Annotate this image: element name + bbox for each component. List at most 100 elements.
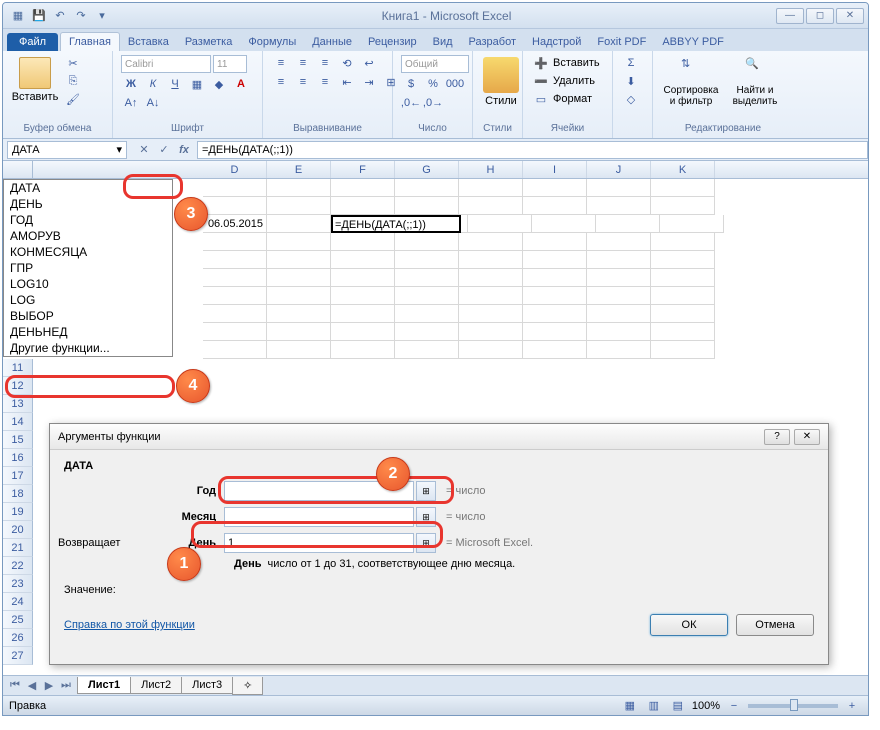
row-header[interactable]: 21 <box>3 539 33 557</box>
close-button[interactable]: ✕ <box>836 8 864 24</box>
insert-cell-icon[interactable]: ➕ <box>531 55 551 71</box>
align-bottom-icon[interactable]: ≡ <box>315 55 335 71</box>
first-sheet-icon[interactable]: ⏮ <box>7 678 23 694</box>
align-center-icon[interactable]: ≡ <box>293 74 313 90</box>
col-header[interactable]: J <box>587 161 651 178</box>
undo-icon[interactable]: ↶ <box>51 7 69 25</box>
zoom-slider[interactable] <box>748 704 838 708</box>
row-header[interactable]: 12 <box>3 377 33 395</box>
tab-addins[interactable]: Надстрой <box>524 33 589 51</box>
row-header[interactable]: 22 <box>3 557 33 575</box>
font-color-icon[interactable]: А <box>231 76 251 92</box>
fx-icon[interactable]: fx <box>175 142 193 158</box>
tab-home[interactable]: Главная <box>60 32 120 51</box>
func-item[interactable]: ВЫБОР <box>4 308 172 324</box>
tab-layout[interactable]: Разметка <box>177 33 241 51</box>
clear-icon[interactable]: ◇ <box>621 91 641 107</box>
decrease-indent-icon[interactable]: ⇤ <box>337 74 357 90</box>
styles-button[interactable]: Стили <box>481 55 521 109</box>
row-header[interactable]: 11 <box>3 359 33 377</box>
increase-decimal-icon[interactable]: ,0← <box>401 95 421 111</box>
row-header[interactable]: 14 <box>3 413 33 431</box>
func-other-item[interactable]: Другие функции... <box>4 340 172 356</box>
col-header[interactable]: F <box>331 161 395 178</box>
decrease-decimal-icon[interactable]: ,0→ <box>423 95 443 111</box>
name-box[interactable]: ДАТА ▾ <box>7 141 127 159</box>
comma-icon[interactable]: 000 <box>445 76 465 92</box>
tab-developer[interactable]: Разработ <box>461 33 524 51</box>
row-header[interactable]: 26 <box>3 629 33 647</box>
col-header[interactable]: K <box>651 161 715 178</box>
enter-formula-icon[interactable]: ✓ <box>155 142 173 158</box>
font-name-box[interactable]: Calibri <box>121 55 211 73</box>
cancel-button[interactable]: Отмена <box>736 614 814 636</box>
row-header[interactable]: 16 <box>3 449 33 467</box>
func-item[interactable]: LOG <box>4 292 172 308</box>
percent-icon[interactable]: % <box>423 76 443 92</box>
currency-icon[interactable]: $ <box>401 76 421 92</box>
row-header[interactable]: 19 <box>3 503 33 521</box>
row-header[interactable]: 23 <box>3 575 33 593</box>
row-header[interactable]: 24 <box>3 593 33 611</box>
name-box-dropdown-icon[interactable]: ▾ <box>116 143 122 156</box>
bold-icon[interactable]: Ж <box>121 76 141 92</box>
redo-icon[interactable]: ↷ <box>72 7 90 25</box>
increase-font-icon[interactable]: А↑ <box>121 95 141 111</box>
next-sheet-icon[interactable]: ▶ <box>41 678 57 694</box>
tab-foxit[interactable]: Foxit PDF <box>589 33 654 51</box>
fill-color-icon[interactable]: ◆ <box>209 76 229 92</box>
select-all-corner[interactable] <box>3 161 33 178</box>
func-item[interactable]: ГОД <box>4 212 172 228</box>
format-cell-icon[interactable]: ▭ <box>531 91 551 107</box>
autosum-icon[interactable]: Σ <box>621 55 641 71</box>
new-sheet-tab[interactable]: ✧ <box>232 677 263 695</box>
prev-sheet-icon[interactable]: ◀ <box>24 678 40 694</box>
tab-insert[interactable]: Вставка <box>120 33 177 51</box>
number-format-box[interactable]: Общий <box>401 55 469 73</box>
sort-filter-button[interactable]: ⇅ Сортировка и фильтр <box>661 55 721 109</box>
row-header[interactable]: 13 <box>3 395 33 413</box>
arg-day-picker-icon[interactable]: ⊞ <box>416 533 436 553</box>
tab-file[interactable]: Файл <box>7 33 58 51</box>
paste-button[interactable]: Вставить <box>11 55 59 105</box>
row-header[interactable]: 20 <box>3 521 33 539</box>
last-sheet-icon[interactable]: ⏭ <box>58 678 74 694</box>
row-header[interactable]: 18 <box>3 485 33 503</box>
find-select-button[interactable]: 🔍 Найти и выделить <box>725 55 785 109</box>
fill-icon[interactable]: ⬇ <box>621 73 641 89</box>
tab-review[interactable]: Рецензир <box>360 33 425 51</box>
minimize-button[interactable]: — <box>776 8 804 24</box>
arg-month-picker-icon[interactable]: ⊞ <box>416 507 436 527</box>
col-header[interactable]: E <box>267 161 331 178</box>
view-normal-icon[interactable]: ▦ <box>620 698 640 714</box>
zoom-in-icon[interactable]: + <box>842 698 862 714</box>
arg-year-picker-icon[interactable]: ⊞ <box>416 481 436 501</box>
border-icon[interactable]: ▦ <box>187 76 207 92</box>
qat-dropdown-icon[interactable]: ▾ <box>93 7 111 25</box>
copy-icon[interactable]: ⎘ <box>63 73 83 89</box>
col-header[interactable]: D <box>203 161 267 178</box>
formula-input[interactable]: =ДЕНЬ(ДАТА(;;1)) <box>197 141 868 159</box>
col-header[interactable]: I <box>523 161 587 178</box>
maximize-button[interactable]: ◻ <box>806 8 834 24</box>
func-item[interactable]: LOG10 <box>4 276 172 292</box>
align-top-icon[interactable]: ≡ <box>271 55 291 71</box>
row-header[interactable]: 17 <box>3 467 33 485</box>
excel-logo-icon[interactable]: ▦ <box>9 7 27 25</box>
sheet-tab[interactable]: Лист2 <box>130 677 182 694</box>
format-painter-icon[interactable]: 🖌 <box>63 91 83 107</box>
dialog-close-button[interactable]: ✕ <box>794 429 820 445</box>
arg-month-input[interactable] <box>224 507 414 527</box>
row-header[interactable]: 15 <box>3 431 33 449</box>
delete-cell-icon[interactable]: ➖ <box>531 73 551 89</box>
wrap-text-icon[interactable]: ↩ <box>359 55 379 71</box>
func-item[interactable]: ДЕНЬ <box>4 196 172 212</box>
insert-cell-label[interactable]: Вставить <box>553 57 600 69</box>
func-item[interactable]: ДАТА <box>4 180 172 196</box>
cell-d3[interactable]: 06.05.2015 <box>203 215 267 233</box>
zoom-thumb[interactable] <box>790 699 798 711</box>
zoom-level[interactable]: 100% <box>692 700 720 712</box>
ok-button[interactable]: ОК <box>650 614 728 636</box>
align-left-icon[interactable]: ≡ <box>271 74 291 90</box>
decrease-font-icon[interactable]: А↓ <box>143 95 163 111</box>
